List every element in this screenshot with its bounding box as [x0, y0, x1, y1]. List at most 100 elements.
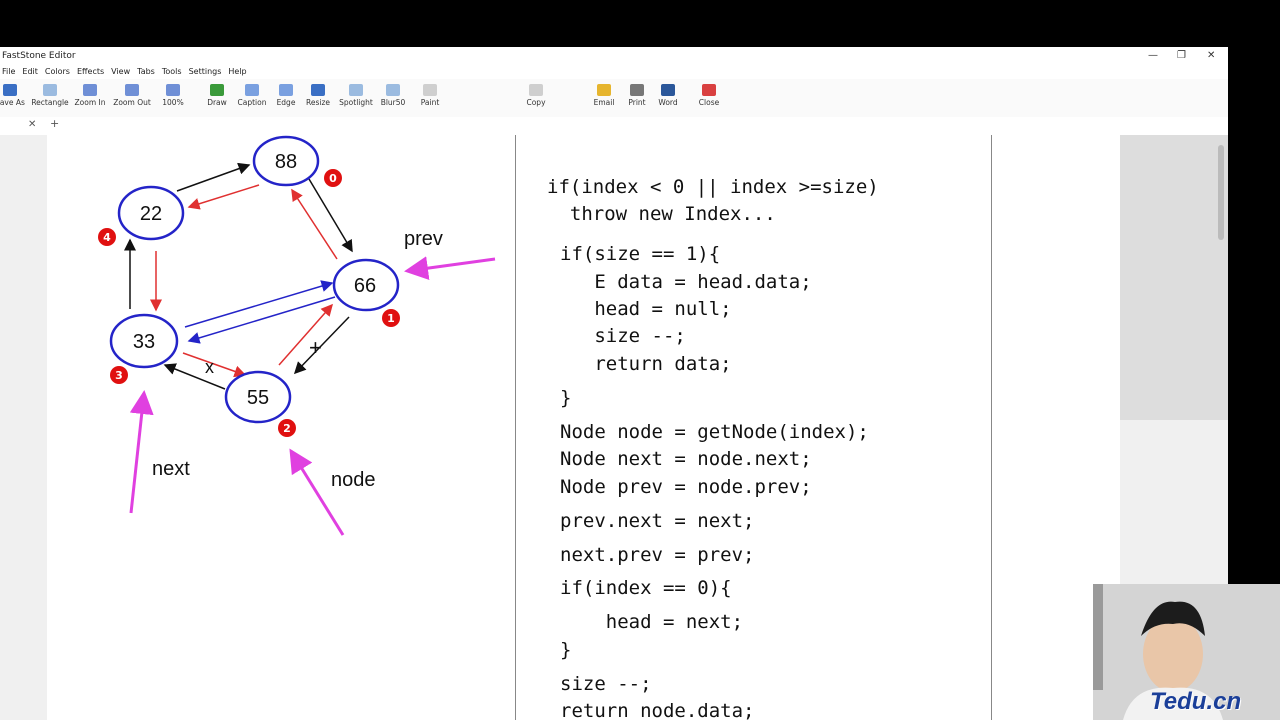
index-badge: 3	[110, 366, 128, 384]
add-tab-button[interactable]: +	[50, 117, 59, 130]
menu-colors[interactable]: Colors	[43, 65, 75, 79]
code-line: next.prev = prev;	[560, 544, 755, 566]
toolbar-button-label: Rectangle	[31, 98, 69, 107]
toolbar-button-close[interactable]: Close	[689, 81, 729, 107]
toolbar-button-draw[interactable]: Draw	[197, 81, 237, 107]
copy-icon	[529, 84, 543, 96]
code-line: }	[560, 639, 572, 661]
slide-image: x + 88 22 66 33 55 0 4 1 3 2 prev next n…	[47, 135, 1120, 720]
node-55: 55	[224, 370, 292, 424]
draw-icon	[210, 84, 224, 96]
toolbar-button-label: 100%	[162, 98, 184, 107]
svg-text:22: 22	[140, 203, 162, 225]
toolbar-button-label: Word	[658, 98, 678, 107]
menu-settings[interactable]: Settings	[187, 65, 227, 79]
toolbar-button-100[interactable]: 100%	[153, 81, 193, 107]
toolbar-button-label: Zoom Out	[113, 98, 151, 107]
svg-text:4: 4	[103, 231, 111, 244]
toolbar-button-label: Paint	[420, 98, 440, 107]
toolbar-button-zoom-in[interactable]: Zoom In	[70, 81, 110, 107]
code-line: if(index == 0){	[560, 577, 732, 599]
svg-text:0: 0	[329, 172, 337, 185]
toolbar-button-paint[interactable]: Paint	[410, 81, 450, 107]
toolbar-button-zoom-out[interactable]: Zoom Out	[112, 81, 152, 107]
scroll-panel	[1120, 135, 1228, 420]
vertical-scrollbar[interactable]	[1218, 145, 1224, 240]
slide-right-border	[991, 135, 992, 720]
index-badge: 4	[98, 228, 116, 246]
menu-help[interactable]: Help	[226, 65, 251, 79]
caption-icon	[245, 84, 259, 96]
index-badge: 2	[278, 419, 296, 437]
menu-file[interactable]: File	[0, 65, 20, 79]
code-line: if(size == 1){	[560, 243, 721, 265]
spotlight-icon	[349, 84, 363, 96]
canvas-area: x + 88 22 66 33 55 0 4 1 3 2 prev next n…	[0, 135, 1228, 720]
code-line: head = null;	[560, 298, 732, 320]
link-55-to-33	[163, 363, 226, 390]
toolbar-button-label: Zoom In	[74, 98, 106, 107]
menu-edit[interactable]: Edit	[20, 65, 43, 79]
code-line: head = next;	[560, 611, 744, 633]
toolbar-button-copy[interactable]: Copy	[516, 81, 556, 107]
paint-icon	[423, 84, 437, 96]
code-line: return node.data;	[560, 700, 755, 720]
link-66-to-88	[291, 188, 338, 260]
node-22: 22	[117, 185, 185, 241]
toolbar-button-label: Email	[593, 98, 615, 107]
save-icon	[3, 84, 17, 96]
toolbar-button-resize[interactable]: Resize	[298, 81, 338, 107]
prev-pointer-arrow	[404, 256, 496, 281]
code-line: if(index < 0 || index >=size)	[547, 176, 879, 198]
menu-tabs[interactable]: Tabs	[135, 65, 160, 79]
svg-text:3: 3	[115, 369, 123, 382]
svg-text:2: 2	[283, 422, 291, 435]
node-33: 33	[109, 313, 179, 369]
next-label: next	[152, 458, 190, 480]
toolbar-button-word[interactable]: Word	[648, 81, 688, 107]
toolbar-button-spotlight[interactable]: Spotlight	[336, 81, 376, 107]
linked-list-diagram: x + 88 22 66 33 55 0 4 1 3 2	[98, 135, 496, 536]
toolbar-button-label: Draw	[207, 98, 227, 107]
toolbar: Save As Rectangle Zoom In Zoom Out 100% Draw C…	[0, 79, 1228, 118]
code-line: Node next = node.next;	[560, 448, 812, 470]
prev-label: prev	[404, 228, 443, 250]
tab-bar: ✕ +	[0, 117, 1228, 136]
menu-tools[interactable]: Tools	[160, 65, 187, 79]
edge-icon	[279, 84, 293, 96]
resize-icon	[311, 84, 325, 96]
svg-text:66: 66	[354, 275, 376, 297]
code-line: Node prev = node.prev;	[560, 476, 812, 498]
zoom-out-icon	[125, 84, 139, 96]
window-title: FastStone Editor	[2, 51, 76, 61]
rectangle-select-icon	[43, 84, 57, 96]
print-icon	[630, 84, 644, 96]
blur-icon	[386, 84, 400, 96]
close-tab-button[interactable]: ✕	[28, 119, 36, 130]
code-line: }	[560, 387, 572, 409]
toolbar-button-save-as[interactable]: Save As	[0, 81, 30, 107]
toolbar-button-rectangle[interactable]: Rectangle	[30, 81, 70, 107]
link-33-to-55	[182, 352, 247, 378]
actual-size-icon	[166, 84, 180, 96]
svg-text:55: 55	[247, 387, 269, 409]
link-55-to-66	[278, 303, 333, 366]
link-88-to-22	[187, 184, 260, 210]
index-badge: 1	[382, 309, 400, 327]
node-88: 88	[252, 135, 320, 187]
code-line: Node node = getNode(index);	[560, 421, 869, 443]
minimize-button[interactable]: —	[1148, 47, 1158, 65]
zoom-in-icon	[83, 84, 97, 96]
menu-effects[interactable]: Effects	[75, 65, 109, 79]
tedu-logo: Tedu.cn	[1150, 688, 1242, 715]
close-window-button[interactable]: ✕	[1207, 47, 1215, 65]
toolbar-button-label: Resize	[305, 98, 331, 107]
toolbar-button-blur50[interactable]: Blur50	[373, 81, 413, 107]
maximize-button[interactable]: ❐	[1177, 47, 1186, 65]
title-bar: FastStone Editor — ❐ ✕	[0, 47, 1228, 65]
close-icon	[702, 84, 716, 96]
toolbar-button-label: Copy	[526, 98, 546, 107]
editor-window: FastStone Editor — ❐ ✕ File Edit Colors …	[0, 47, 1228, 720]
slide-divider	[515, 135, 516, 720]
menu-view[interactable]: View	[109, 65, 135, 79]
